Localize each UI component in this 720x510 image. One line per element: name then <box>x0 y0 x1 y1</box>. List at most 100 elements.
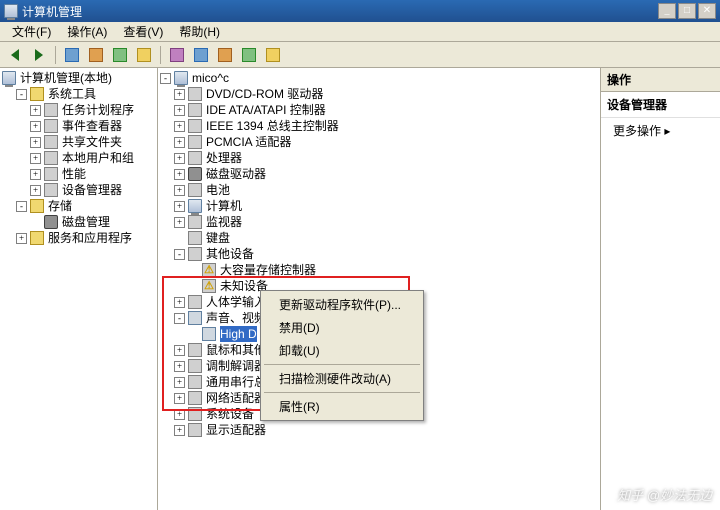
tool-9[interactable] <box>262 44 284 66</box>
device-icon <box>188 247 202 261</box>
toolbar-separator <box>160 46 161 64</box>
tree-item[interactable]: +设备管理器 <box>2 182 155 198</box>
tool-3[interactable] <box>109 44 131 66</box>
expand-icon[interactable]: + <box>174 393 185 404</box>
device-node[interactable]: +显示适配器 <box>160 422 598 438</box>
tree-item[interactable]: +事件查看器 <box>2 118 155 134</box>
tree-item[interactable]: +性能 <box>2 166 155 182</box>
device-icon <box>188 183 202 197</box>
expand-icon[interactable]: + <box>174 425 185 436</box>
device-icon <box>44 135 58 149</box>
collapse-icon[interactable]: - <box>16 201 27 212</box>
arrow-left-icon <box>11 49 19 61</box>
expand-icon[interactable]: + <box>174 185 185 196</box>
maximize-button[interactable]: □ <box>678 3 696 19</box>
tool-6[interactable] <box>190 44 212 66</box>
device-icon <box>188 215 202 229</box>
tree-grp-storage[interactable]: -存储 <box>2 198 155 214</box>
warning-icon: ⚠ <box>202 279 216 293</box>
menu-item[interactable]: 扫描检测硬件改动(A) <box>263 367 421 390</box>
close-button[interactable]: ✕ <box>698 3 716 19</box>
expand-icon[interactable]: + <box>174 105 185 116</box>
collapse-icon[interactable]: - <box>16 89 27 100</box>
tree-grp-systools[interactable]: -系统工具 <box>2 86 155 102</box>
tool-7[interactable] <box>214 44 236 66</box>
expand-icon[interactable]: + <box>30 169 41 180</box>
tree-item[interactable]: 磁盘管理 <box>2 214 155 230</box>
tree-root[interactable]: 计算机管理(本地) <box>2 70 155 86</box>
expand-icon[interactable]: + <box>174 297 185 308</box>
menu-action[interactable]: 操作(A) <box>59 21 115 42</box>
expand-icon[interactable]: + <box>174 201 185 212</box>
menu-item[interactable]: 属性(R) <box>263 395 421 418</box>
device-node[interactable]: +DVD/CD-ROM 驱动器 <box>160 86 598 102</box>
device-node[interactable]: -其他设备 <box>160 246 598 262</box>
computer-icon <box>174 71 188 85</box>
device-node[interactable]: +处理器 <box>160 150 598 166</box>
expand-icon[interactable]: + <box>30 121 41 132</box>
device-node[interactable]: +磁盘驱动器 <box>160 166 598 182</box>
menu-item[interactable]: 禁用(D) <box>263 316 421 339</box>
collapse-icon[interactable]: - <box>160 73 171 84</box>
tree-item[interactable]: +本地用户和组 <box>2 150 155 166</box>
expand-icon[interactable]: + <box>174 361 185 372</box>
tool-1[interactable] <box>61 44 83 66</box>
tool-5[interactable] <box>166 44 188 66</box>
forward-button[interactable] <box>28 44 50 66</box>
tree-grp-services[interactable]: +服务和应用程序 <box>2 230 155 246</box>
expand-icon[interactable]: + <box>174 153 185 164</box>
menu-view[interactable]: 查看(V) <box>115 21 171 42</box>
expand-icon[interactable]: + <box>174 345 185 356</box>
square-icon <box>170 48 184 62</box>
management-tree: 计算机管理(本地) -系统工具 +任务计划程序+事件查看器+共享文件夹+本地用户… <box>2 70 155 246</box>
expand-icon[interactable]: + <box>174 137 185 148</box>
expand-icon[interactable]: + <box>174 217 185 228</box>
menu-help[interactable]: 帮助(H) <box>171 21 228 42</box>
menu-file[interactable]: 文件(F) <box>4 21 59 42</box>
folder-icon <box>30 87 44 101</box>
expand-icon[interactable]: + <box>30 185 41 196</box>
device-node[interactable]: +监视器 <box>160 214 598 230</box>
expand-icon[interactable]: + <box>30 105 41 116</box>
menu-item[interactable]: 更新驱动程序软件(P)... <box>263 293 421 316</box>
expand-icon[interactable]: + <box>174 377 185 388</box>
expand-icon[interactable]: + <box>30 153 41 164</box>
expand-icon[interactable]: + <box>16 233 27 244</box>
expand-icon[interactable]: + <box>174 169 185 180</box>
device-node[interactable]: +IDE ATA/ATAPI 控制器 <box>160 102 598 118</box>
device-icon <box>188 103 202 117</box>
back-button[interactable] <box>4 44 26 66</box>
device-icon <box>44 151 58 165</box>
device-icon <box>188 135 202 149</box>
tool-2[interactable] <box>85 44 107 66</box>
minimize-button[interactable]: _ <box>658 3 676 19</box>
device-node[interactable]: +IEEE 1394 总线主控制器 <box>160 118 598 134</box>
collapse-icon[interactable]: - <box>174 313 185 324</box>
collapse-icon[interactable]: - <box>174 249 185 260</box>
device-node[interactable]: +计算机 <box>160 198 598 214</box>
more-actions[interactable]: 更多操作 ▸ <box>601 118 720 143</box>
tool-8[interactable] <box>238 44 260 66</box>
square-icon <box>266 48 280 62</box>
device-node[interactable]: +PCMCIA 适配器 <box>160 134 598 150</box>
arrow-right-icon <box>35 49 43 61</box>
main-area: 计算机管理(本地) -系统工具 +任务计划程序+事件查看器+共享文件夹+本地用户… <box>0 68 720 510</box>
toolbar <box>0 42 720 68</box>
device-root[interactable]: -mico^c <box>160 70 598 86</box>
toolbar-separator <box>55 46 56 64</box>
device-icon <box>188 295 202 309</box>
tree-item[interactable]: +共享文件夹 <box>2 134 155 150</box>
device-node[interactable]: +电池 <box>160 182 598 198</box>
device-node[interactable]: 键盘 <box>160 230 598 246</box>
expand-icon[interactable]: + <box>30 137 41 148</box>
tool-4[interactable] <box>133 44 155 66</box>
expand-icon[interactable]: + <box>174 409 185 420</box>
actions-subheader: 设备管理器 <box>601 92 720 118</box>
device-icon <box>188 87 202 101</box>
tree-item[interactable]: +任务计划程序 <box>2 102 155 118</box>
device-icon <box>44 119 58 133</box>
expand-icon[interactable]: + <box>174 89 185 100</box>
expand-icon[interactable]: + <box>174 121 185 132</box>
device-node[interactable]: ⚠大容量存储控制器 <box>160 262 598 278</box>
menu-item[interactable]: 卸载(U) <box>263 339 421 362</box>
